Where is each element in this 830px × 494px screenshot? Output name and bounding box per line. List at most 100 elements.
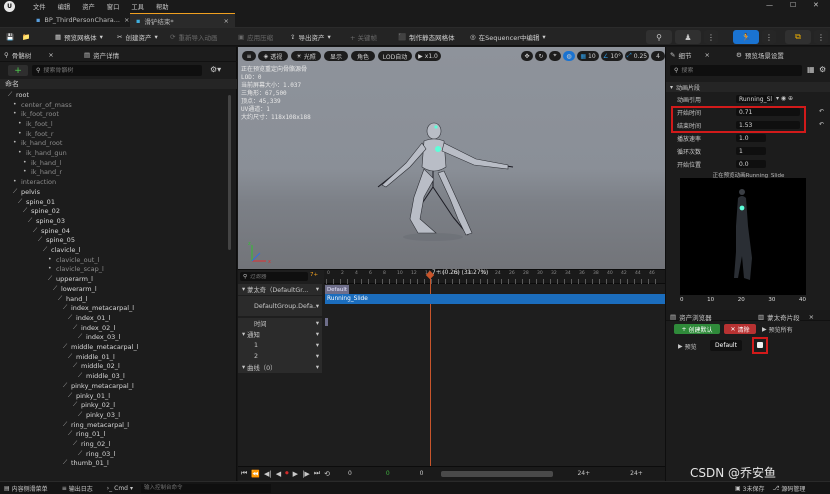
bone-row[interactable]: • ik_hand_gun: [18, 148, 67, 158]
tab-preview-scene[interactable]: ⚙ 预览场景设置: [736, 49, 784, 60]
dropdown-icon[interactable]: ▾ ◉ ⊕: [776, 95, 793, 102]
timeline-scrollbar[interactable]: [441, 470, 554, 477]
track-row[interactable]: DefaultGroup.Defa... ▾: [238, 296, 322, 316]
skip-forward-icon[interactable]: ⏭: [314, 469, 320, 478]
make-static-mesh-button[interactable]: ⬛ 制作静态网格体: [398, 31, 455, 43]
content-drawer-button[interactable]: ▤ 内容侧滑菜单: [4, 484, 48, 493]
close-icon[interactable]: ×: [809, 313, 814, 321]
record-icon[interactable]: ⏺: [285, 469, 289, 478]
edit-in-sequencer-button[interactable]: ◎ 在Sequencer中编辑 ▾: [470, 31, 546, 43]
track-options-icon[interactable]: ▾: [316, 331, 319, 338]
save-button[interactable]: 💾: [6, 31, 14, 43]
tab-bp-character[interactable]: ▪ BP_ThirdPersonChara... ×: [30, 13, 130, 27]
bone-row[interactable]: • ik_foot_l: [18, 119, 53, 129]
details-search[interactable]: ⚲: [670, 65, 802, 76]
bone-row[interactable]: ⟋ ring_03_l: [78, 449, 115, 459]
tab-close-icon[interactable]: ×: [224, 17, 229, 25]
bone-row[interactable]: ⟋ pinky_metacarpal_l: [63, 381, 134, 391]
more-button[interactable]: ⋮: [704, 30, 718, 44]
bone-row[interactable]: ⟋ ring_01_l: [68, 430, 105, 440]
timeline-filter[interactable]: ⚲: [240, 272, 308, 281]
lit-button[interactable]: ☀ 光照: [291, 51, 321, 61]
perspective-button[interactable]: ◈ 透视: [258, 51, 288, 61]
menu-edit[interactable]: 编辑: [58, 2, 71, 11]
apply-compression-button[interactable]: ▣ 应用压缩: [238, 31, 273, 43]
bone-row[interactable]: ⟋ spine_02: [23, 206, 60, 216]
scale-snap-button[interactable]: ⤢ 0.25: [625, 51, 649, 61]
viewport-menu-button[interactable]: ≡: [242, 51, 256, 61]
transform-move-button[interactable]: ✥: [521, 51, 533, 61]
bone-row[interactable]: • ik_hand_l: [23, 158, 61, 168]
menu-tools[interactable]: 工具: [131, 2, 144, 11]
menu-asset[interactable]: 资产: [82, 2, 95, 11]
angle-snap-button[interactable]: ∠ 10°: [601, 51, 623, 61]
search-box[interactable]: ⚲: [32, 65, 202, 76]
prev-frame-icon[interactable]: ◀|: [264, 470, 272, 478]
track-options-icon[interactable]: ▾: [316, 303, 319, 310]
clear-button[interactable]: ✕ 清除: [724, 324, 756, 334]
console-input[interactable]: [141, 483, 271, 493]
reverse-icon[interactable]: ◀: [276, 470, 281, 478]
reset-icon[interactable]: ↶: [819, 121, 824, 128]
frame-box[interactable]: 7+: [310, 272, 318, 278]
loop-icon[interactable]: ⟲: [324, 470, 330, 478]
menu-file[interactable]: 文件: [33, 2, 46, 11]
track-options-icon[interactable]: ▾: [316, 320, 319, 327]
blueprint-mode-button[interactable]: ⧉: [785, 30, 811, 44]
transform-rotate-button[interactable]: ↻: [535, 51, 547, 61]
tab-details[interactable]: ✎ 细节 ×: [670, 49, 710, 60]
bone-row[interactable]: ⟋ pelvis: [13, 187, 40, 197]
unreal-logo-icon[interactable]: U: [4, 1, 15, 12]
bone-row[interactable]: ⟋ index_metacarpal_l: [63, 303, 134, 313]
camera-speed-button[interactable]: 4: [651, 51, 665, 61]
grid-view-icon[interactable]: ▦: [807, 65, 815, 74]
export-asset-button[interactable]: ⇪ 导出资产 ▾: [290, 31, 331, 43]
section-header[interactable]: ▾ 动画片段: [666, 82, 830, 92]
surface-snap-button[interactable]: ⌖: [549, 51, 561, 61]
menu-window[interactable]: 窗口: [107, 2, 120, 11]
default-section-chip[interactable]: Default: [710, 340, 742, 351]
track-row[interactable]: ▾ 曲线（0） ▾: [238, 362, 322, 373]
skip-back-icon[interactable]: ⏮: [241, 469, 247, 478]
bone-row[interactable]: ⟋ spine_05: [38, 236, 75, 246]
add-key-button[interactable]: + 关键帧: [350, 31, 377, 43]
step-back-icon[interactable]: ⏪: [251, 470, 260, 478]
search-input[interactable]: [43, 67, 194, 74]
tab-close-icon[interactable]: ×: [124, 16, 129, 24]
grid-snap-button[interactable]: ▦ 10: [577, 51, 599, 61]
show-button[interactable]: 显示: [324, 51, 348, 61]
create-asset-button[interactable]: ✂ 创建资产 ▾: [117, 31, 158, 43]
bone-row[interactable]: • ik_foot_r: [18, 129, 54, 139]
world-space-button[interactable]: ◍: [563, 51, 575, 61]
property-value[interactable]: 0.0: [736, 160, 766, 168]
bone-row[interactable]: ⟋ thumb_01_l: [63, 459, 109, 469]
tab-slide-end[interactable]: ▪ 滑铲结束* ×: [130, 13, 235, 27]
preview-button[interactable]: ▶ 预览: [678, 341, 697, 351]
animation-mode-button[interactable]: 🏃: [733, 30, 759, 44]
tab-skeleton-tree[interactable]: ⚲ 骨骼树 ×: [4, 49, 54, 60]
settings-icon[interactable]: ⚙▾: [210, 65, 221, 74]
skeleton-mode-button[interactable]: ⚲: [646, 30, 672, 44]
bone-row[interactable]: ⟋ middle_metacarpal_l: [63, 342, 139, 352]
bone-row[interactable]: • ik_foot_root: [13, 109, 59, 119]
property-value[interactable]: 1.0: [736, 134, 766, 142]
timeline-ruler[interactable]: 0246810121416182022242628303234363840424…: [324, 270, 665, 284]
more-button-2[interactable]: ⋮: [762, 30, 776, 44]
bone-row[interactable]: • center_of_mass: [13, 100, 72, 110]
default-section[interactable]: Default: [325, 285, 349, 294]
more-button-3[interactable]: ⋮: [814, 30, 828, 44]
maximize-button[interactable]: ☐: [790, 1, 796, 9]
bone-row[interactable]: ⟋ root: [8, 90, 29, 100]
bone-row[interactable]: ⟋ ring_02_l: [73, 439, 110, 449]
mesh-mode-button[interactable]: ♟: [675, 30, 701, 44]
bone-row[interactable]: • clavicle_scap_l: [48, 265, 104, 275]
browse-button[interactable]: 📁: [22, 31, 30, 43]
bone-row[interactable]: ⟋ middle_02_l: [73, 362, 120, 372]
stop-square-button[interactable]: [757, 342, 763, 348]
create-default-button[interactable]: + 创建默认: [674, 324, 720, 334]
track-row[interactable]: ▾ 蒙太奇（DefaultGr... ▾: [238, 284, 322, 295]
bone-row[interactable]: • ik_hand_r: [23, 168, 62, 178]
lod-button[interactable]: LOD自动: [378, 51, 412, 61]
track-row[interactable]: 2 ▾: [238, 351, 322, 362]
details-search-input[interactable]: [681, 67, 792, 74]
